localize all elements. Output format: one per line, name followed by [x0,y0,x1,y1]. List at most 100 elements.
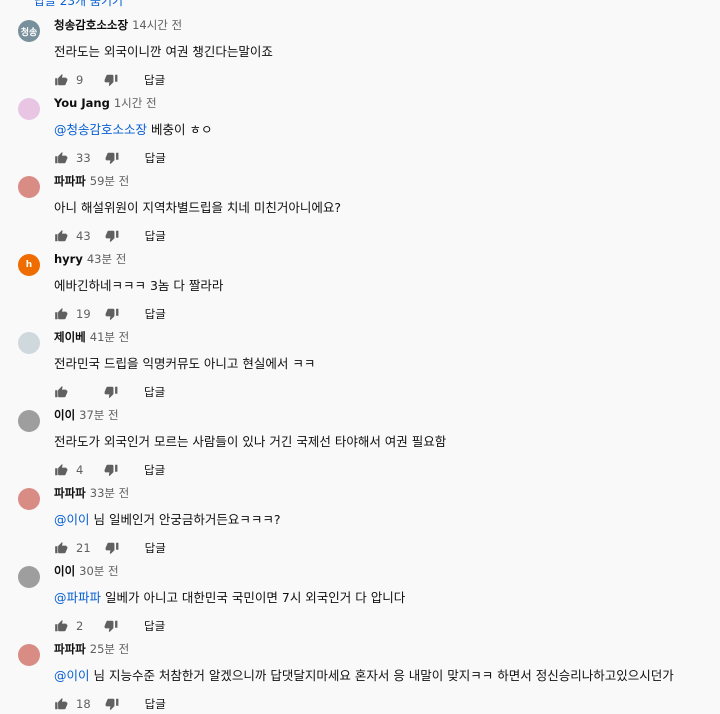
thumb-up-icon[interactable] [54,463,68,477]
mention-link[interactable]: @파파파 [54,590,101,605]
reply-button[interactable]: 답글 [145,150,166,166]
avatar[interactable] [18,488,40,510]
reply-button[interactable]: 답글 [145,540,166,556]
reply-button[interactable]: 답글 [145,306,166,322]
author-name[interactable]: 파파파 [54,642,86,656]
comment-header: hyry 43분 전 [54,251,126,267]
thumb-up-icon[interactable] [54,73,68,87]
comment: 파파파 33분 전 @이이 님 일베인거 안궁금하거든요ㅋㅋㅋ? 21 답글 [0,480,720,558]
comment-text: 전라도가 외국인거 모르는 사람들이 있나 거긴 국제선 타야해서 여권 필요함 [54,431,446,450]
avatar[interactable] [18,98,40,120]
comment-time[interactable]: 41분 전 [90,330,129,344]
comment-header: 제이베 41분 전 [54,329,129,345]
comment-actions: 2 답글 [54,618,165,634]
avatar[interactable] [18,410,40,432]
thumb-down-icon[interactable] [105,697,119,711]
reply-button[interactable]: 답글 [145,696,166,712]
like-count: 4 [76,463,84,477]
comment-actions: 43 답글 [54,228,166,244]
reply-button[interactable]: 답글 [145,228,166,244]
avatar[interactable] [18,566,40,588]
comment-text: @이이 님 일베인거 안궁금하거든요ㅋㅋㅋ? [54,509,281,528]
comment: 제이베 41분 전전라민국 드립을 익명커뮤도 아니고 현실에서 ㅋㅋ 답글 [0,324,720,402]
comment-text: @이이 님 지능수준 처참한거 알겠으니까 답댓달지마세요 혼자서 응 내말이 … [54,665,674,684]
comment-time[interactable]: 33분 전 [90,486,129,500]
comment-body: 님 지능수준 처참한거 알겠으니까 답댓달지마세요 혼자서 응 내말이 맞지ㅋㅋ… [89,668,674,683]
like-count: 2 [76,619,84,633]
reply-button[interactable]: 답글 [144,384,165,400]
thumb-up-icon[interactable] [54,151,68,165]
thumb-up-icon[interactable] [54,229,68,243]
avatar-text: h [25,260,33,270]
reply-button[interactable]: 답글 [144,618,165,634]
comment-time[interactable]: 14시간 전 [132,18,182,32]
comment-time[interactable]: 25분 전 [90,642,129,656]
hide-replies-link[interactable]: ⌃ 답글 23개 숨기기 [0,0,123,8]
comment-time[interactable]: 30분 전 [79,564,118,578]
comment-body: 베충이 ㅎㅇ [147,122,213,137]
avatar-text: 청송 [20,27,38,38]
like-count: 19 [76,307,91,321]
avatar[interactable]: h [18,254,40,276]
mention-link[interactable]: @청송감호소소장 [54,122,147,137]
comment: h hyry 43분 전에바긴하네ㅋㅋㅋ 3놈 다 짤라라 19 답글 [0,246,720,324]
comment-body: 님 일베인거 안궁금하거든요ㅋㅋㅋ? [89,512,281,527]
comment-text: 전라도는 외국이니깐 여권 챙긴다는말이죠 [54,41,273,60]
avatar[interactable]: 청송 [18,20,40,42]
mention-link[interactable]: @이이 [54,668,90,683]
thumb-up-icon[interactable] [54,307,68,321]
comment: 파파파 25분 전 @이이 님 지능수준 처참한거 알겠으니까 답댓달지마세요 혼자… [0,636,720,714]
comment: 이이 30분 전 @파파파 일베가 아니고 대한민국 국민이면 7시 외국인거 다 … [0,558,720,636]
reply-button[interactable]: 답글 [144,72,165,88]
comment-body: 아니 해설위원이 지역차별드립을 치네 미친거아니에요? [54,200,342,215]
author-name[interactable]: 파파파 [54,486,86,500]
thumb-down-icon[interactable] [105,151,119,165]
comment: 파파파 59분 전아니 해설위원이 지역차별드립을 치네 미친거아니에요? 43 답글 [0,168,720,246]
comment-time[interactable]: 43분 전 [87,252,126,266]
comment-time[interactable]: 1시간 전 [114,96,157,110]
thumb-up-icon[interactable] [54,697,68,711]
comment-time[interactable]: 59분 전 [90,174,129,188]
comment-header: 청송감호소소장 14시간 전 [54,17,182,33]
like-count: 9 [76,73,84,87]
comment-header: You Jang 1시간 전 [54,95,157,111]
thumb-down-icon[interactable] [104,73,118,87]
author-name[interactable]: 파파파 [54,174,86,188]
thumb-up-icon[interactable] [54,385,68,399]
thumb-down-icon[interactable] [105,541,119,555]
thumb-down-icon[interactable] [105,229,119,243]
comment-body: 에바긴하네ㅋㅋㅋ 3놈 다 짤라라 [54,278,224,293]
thumb-down-icon[interactable] [104,385,118,399]
thumb-up-icon[interactable] [54,619,68,633]
author-name[interactable]: 이이 [54,408,75,422]
avatar[interactable] [18,644,40,666]
comment-body: 전라민국 드립을 익명커뮤도 아니고 현실에서 ㅋㅋ [54,356,316,371]
author-name[interactable]: 청송감호소소장 [54,18,128,32]
comment-time[interactable]: 37분 전 [79,408,118,422]
comment-body: 전라도가 외국인거 모르는 사람들이 있나 거긴 국제선 타야해서 여권 필요함 [54,434,447,449]
comment-body: 전라도는 외국이니깐 여권 챙긴다는말이죠 [54,44,273,59]
thumb-down-icon[interactable] [104,463,118,477]
comment: You Jang 1시간 전 @청송감호소소장 베충이 ㅎㅇ 33 답글 [0,90,720,168]
comment-actions: 18 답글 [54,696,166,712]
author-name[interactable]: hyry [54,252,83,266]
thumb-up-icon[interactable] [54,541,68,555]
comment-actions: 9 답글 [54,72,165,88]
like-count: 33 [76,151,91,165]
comment-header: 파파파 33분 전 [54,485,129,501]
comment-text: @파파파 일베가 아니고 대한민국 국민이면 7시 외국인거 다 압니다 [54,587,405,606]
avatar[interactable] [18,176,40,198]
comment-text: 전라민국 드립을 익명커뮤도 아니고 현실에서 ㅋㅋ [54,353,315,372]
thumb-down-icon[interactable] [104,619,118,633]
comment-actions: 4 답글 [54,462,165,478]
comment-actions: 답글 [54,384,165,400]
like-count: 43 [76,229,91,243]
thumb-down-icon[interactable] [105,307,119,321]
mention-link[interactable]: @이이 [54,512,90,527]
reply-button[interactable]: 답글 [144,462,165,478]
author-name[interactable]: 제이베 [54,330,86,344]
avatar[interactable] [18,332,40,354]
author-name[interactable]: 이이 [54,564,75,578]
author-name[interactable]: You Jang [54,96,110,110]
like-count: 18 [76,697,91,711]
